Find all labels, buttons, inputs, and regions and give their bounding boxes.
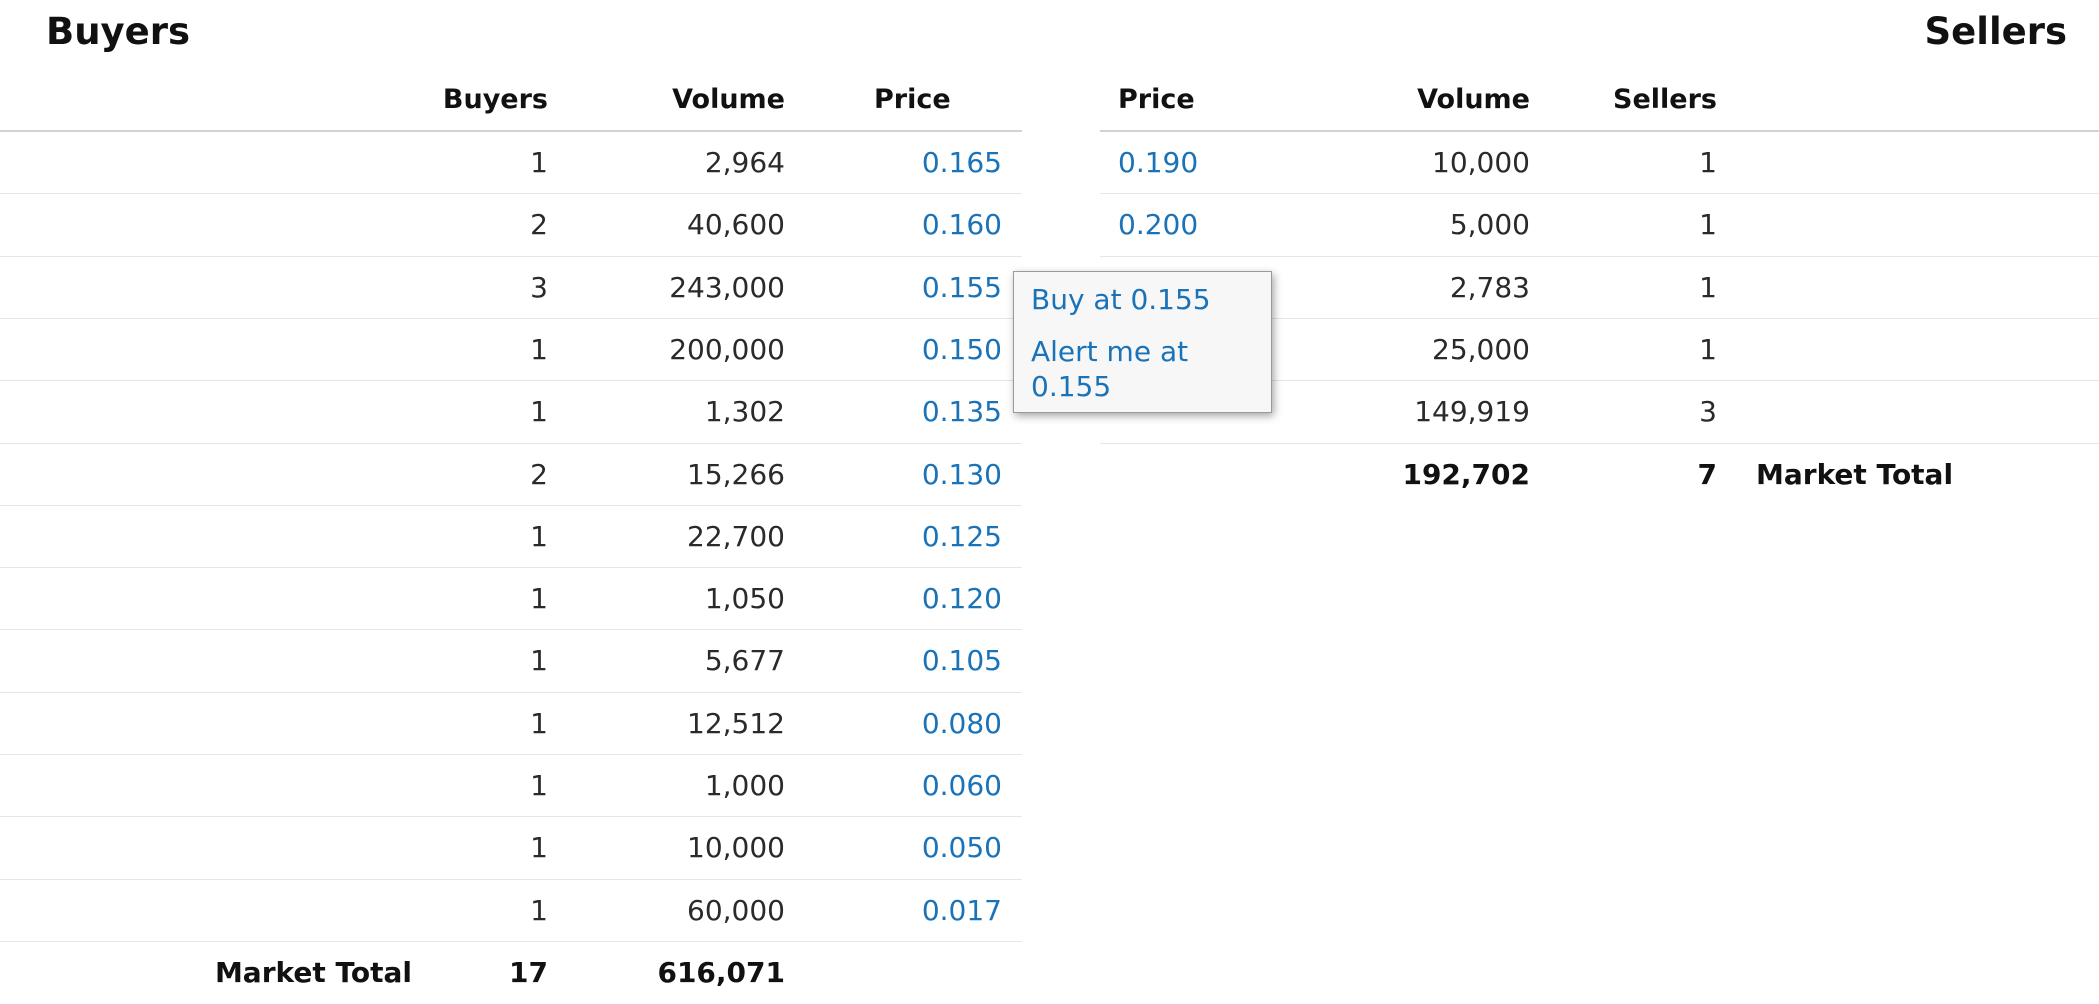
buyers-count-cell: 1 (530, 395, 548, 429)
sellers-price-link[interactable]: 0.200 (1118, 194, 1318, 256)
buyers-volume-cell: 243,000 (669, 270, 785, 304)
buyers-price-link[interactable]: 0.160 (840, 194, 1002, 256)
buyers-price-link[interactable]: 0.125 (840, 506, 1002, 568)
sellers-volume-cell: 2,783 (1449, 270, 1530, 304)
buyers-price-link[interactable]: 0.080 (840, 693, 1002, 755)
buyers-volume-cell: 40,600 (687, 208, 785, 242)
buyers-volume-cell: 1,000 (704, 769, 785, 802)
sellers-count-cell: 1 (1699, 208, 1717, 242)
buyers-count-cell: 1 (530, 582, 548, 616)
buyers-volume-cell: 1,302 (704, 395, 785, 429)
sellers-price-link[interactable]: 0.190 (1118, 132, 1318, 194)
buyers-col-header-buyers[interactable]: Buyers (380, 82, 548, 118)
buyers-count-cell: 1 (530, 332, 548, 366)
sellers-count-cell: 1 (1699, 332, 1717, 366)
buyers-count-cell: 1 (530, 831, 548, 865)
sellers-volume-cell: 10,000 (1432, 146, 1530, 179)
sellers-col-header-price[interactable]: Price (1118, 82, 1195, 118)
buyers-price-link[interactable]: 0.050 (840, 817, 1002, 879)
buyers-price-link[interactable]: 0.105 (840, 630, 1002, 692)
sellers-total-volume: 192,702 (1402, 457, 1530, 491)
buyers-price-link[interactable]: 0.060 (840, 755, 1002, 817)
buyers-volume-cell: 10,000 (687, 831, 785, 865)
sellers-col-header-sellers[interactable]: Sellers (1560, 82, 1717, 118)
buyers-count-cell: 1 (530, 519, 548, 553)
buyers-volume-cell: 15,266 (687, 457, 785, 491)
buyers-col-header-volume[interactable]: Volume (600, 82, 785, 118)
buyers-count-cell: 2 (530, 208, 548, 242)
sellers-heading: Sellers (1924, 10, 2067, 53)
buyers-heading: Buyers (46, 10, 191, 53)
sellers-count-cell: 1 (1699, 270, 1717, 304)
buyers-price-link[interactable]: 0.165 (840, 132, 1002, 194)
buyers-count-cell: 2 (530, 457, 548, 491)
buyers-price-link[interactable]: 0.130 (840, 444, 1002, 506)
buyers-price-link[interactable]: 0.017 (840, 880, 1002, 942)
buyers-count-cell: 3 (530, 270, 548, 304)
sellers-total-count: 7 (1697, 457, 1717, 491)
buyers-volume-cell: 60,000 (687, 893, 785, 927)
alert-at-price-option[interactable]: Alert me at 0.155 (1031, 334, 1231, 404)
buyers-market-total-label: Market Total (214, 955, 412, 989)
sellers-count-cell: 3 (1699, 395, 1717, 429)
buyers-total-volume: 616,071 (657, 955, 785, 989)
buyers-price-link[interactable]: 0.120 (840, 568, 1002, 630)
sellers-market-total-label: Market Total (1756, 457, 1954, 491)
buyers-count-cell: 1 (530, 146, 548, 179)
sellers-count-cell: 1 (1699, 146, 1717, 179)
buyers-count-cell: 1 (530, 893, 548, 927)
buyers-count-cell: 1 (530, 644, 548, 678)
buyers-price-link[interactable]: 0.135 (840, 381, 1002, 443)
buyers-price-link[interactable]: 0.150 (840, 319, 1002, 381)
buyers-count-cell: 1 (530, 706, 548, 740)
buyers-price-link[interactable]: 0.155 (840, 257, 1002, 319)
buy-at-price-option[interactable]: Buy at 0.155 (1031, 282, 1211, 317)
buyers-count-cell: 1 (530, 769, 548, 802)
buyers-total-count: 17 (509, 955, 548, 989)
price-action-popup: Buy at 0.155 Alert me at 0.155 (1013, 271, 1272, 413)
buyers-volume-cell: 1,050 (704, 582, 785, 616)
sellers-volume-cell: 25,000 (1432, 332, 1530, 366)
buyers-col-header-price[interactable]: Price (874, 82, 1036, 118)
buyers-volume-cell: 22,700 (687, 519, 785, 553)
sellers-col-header-volume[interactable]: Volume (1330, 82, 1530, 118)
buyers-volume-cell: 5,677 (704, 644, 785, 678)
buyers-volume-cell: 200,000 (669, 332, 785, 366)
buyers-volume-cell: 12,512 (687, 706, 785, 740)
sellers-volume-cell: 149,919 (1414, 395, 1530, 429)
sellers-volume-cell: 5,000 (1449, 208, 1530, 242)
buyers-volume-cell: 2,964 (704, 146, 785, 179)
